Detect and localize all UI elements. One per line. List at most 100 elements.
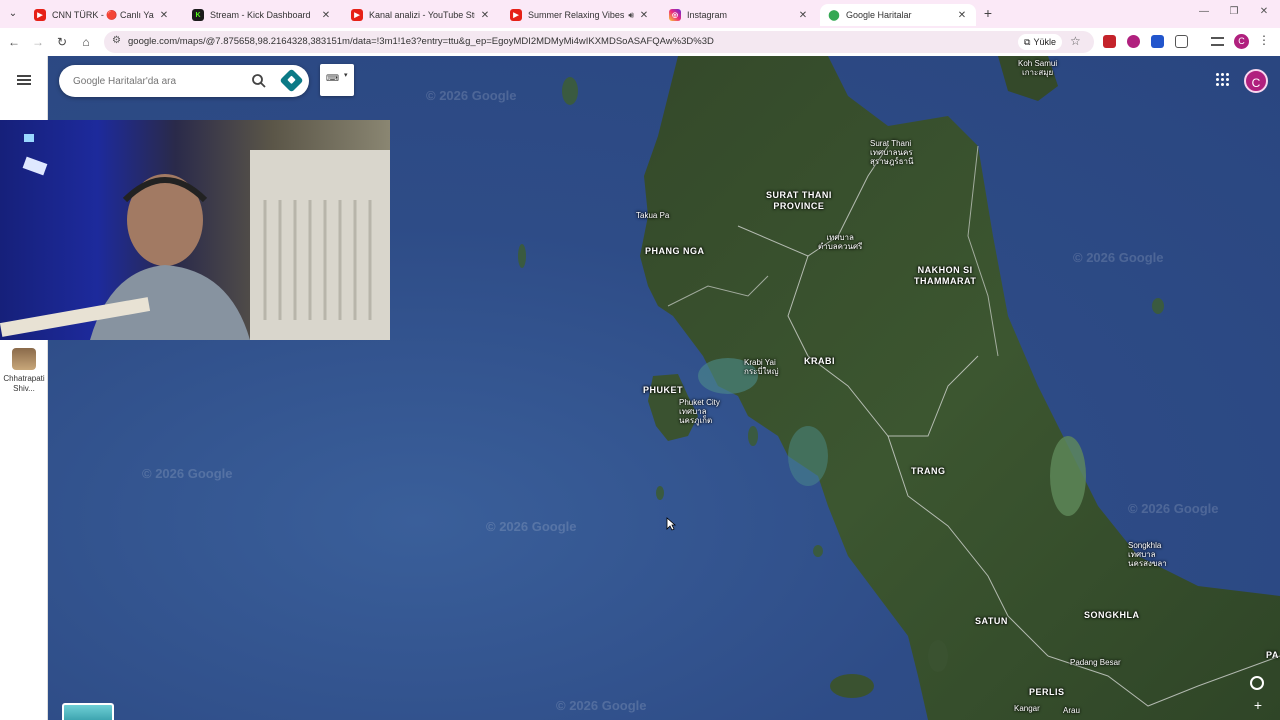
zoom-in-icon[interactable]: + [1249,696,1267,714]
tab-title: Kanal analizi - YouTube Studio [369,10,475,20]
label-surat-thani-province[interactable]: SURAT THANI PROVINCE [766,190,832,212]
tab-google-maps[interactable]: ⬤ Google Haritalar ✕ [820,4,976,26]
tab-youtube-studio[interactable]: ▶ Kanal analizi - YouTube Studio ✕ [343,4,499,26]
address-bar[interactable]: ⚙ google.com/maps/@7.875658,98.2164328,3… [104,31,1094,53]
maps-pin-icon: ⬤ [828,9,840,21]
extension-shield-icon[interactable] [1151,35,1164,48]
label-text: PROVINCE [773,201,825,211]
bookmark-star-icon[interactable]: ☆ [1070,34,1081,48]
google-account-avatar[interactable]: C [1244,69,1268,93]
google-apps-icon[interactable] [1216,73,1230,87]
speaker-icon[interactable]: 🔊︎ [628,10,634,21]
label-phang-nga[interactable]: PHANG NGA [645,246,705,257]
recent-place-thumbnail[interactable] [12,348,36,370]
layers-toggle[interactable] [62,703,114,720]
search-icon[interactable] [251,73,267,89]
browser-toolbar: ← → ↻ ⌂ ⚙ google.com/maps/@7.875658,98.2… [0,28,1280,56]
close-window-icon[interactable]: ✕ [1256,6,1272,17]
label-padang-besar[interactable]: Padang Besar [1070,658,1121,667]
webcam-overlay [0,120,390,340]
close-tab-icon[interactable]: ✕ [638,10,650,21]
youtube-icon: ▶ [351,9,363,21]
extension-red-icon[interactable] [1103,35,1116,48]
label-text-th: สุราษฎร์ธานี [870,157,914,166]
extensions-puzzle-icon[interactable] [1175,35,1188,48]
close-tab-icon[interactable]: ✕ [479,10,491,21]
map-watermark: © 2026 Google [556,698,647,713]
extension-pink-icon[interactable] [1127,35,1140,48]
browser-tabstrip: ⌄ ▶ CNN TÜRK - 🔴 Canlı Yayın ᴴᴰ ✕ K Stre… [0,0,1280,28]
kick-icon: K [192,9,204,21]
label-text: Koh Samui [1018,59,1058,68]
install-app-button[interactable]: ⧉ Yükle [1018,34,1062,50]
input-tools-button[interactable]: ⌨ ▾ [320,64,354,96]
profile-avatar[interactable]: C [1234,34,1249,49]
close-tab-icon[interactable]: ✕ [797,10,809,21]
recent-place-label[interactable]: Chhatrapati Shiv... [2,374,46,394]
close-tab-icon[interactable]: ✕ [158,10,170,21]
label-satun[interactable]: SATUN [975,616,1008,627]
install-icon: ⧉ [1024,36,1031,47]
label-surat-thani-city[interactable]: Surat Thani เทศบาลนคร สุราษฎร์ธานี [870,139,913,166]
label-text: Songkhla [1128,541,1162,550]
tab-title: CNN TÜRK - 🔴 Canlı Yayın ᴴᴰ [52,9,154,20]
label-thung-song[interactable]: เทศบาล ตำบลควนศรี [818,233,862,251]
tab-title: Summer Relaxing Vibes 4K [528,10,626,20]
label-perlis[interactable]: PERLIS [1029,687,1065,698]
restore-icon[interactable]: ❐ [1226,6,1242,17]
menu-hamburger-icon[interactable] [17,75,31,85]
label-koh-samui[interactable]: Koh Samui เกาะสมุย [1018,59,1057,77]
map-watermark: © 2026 Google [1128,501,1219,516]
label-text-th: เกาะสมุย [1021,68,1054,77]
label-nakhon-si-thammarat[interactable]: NAKHON SI THAMMARAT [914,265,976,287]
label-arau[interactable]: Arau [1063,706,1080,715]
label-krabi[interactable]: KRABI [804,356,835,367]
cursor-arrow-icon [666,517,676,531]
back-icon[interactable]: ← [6,34,22,50]
label-pattani[interactable]: PA [1266,650,1279,661]
map-watermark: © 2026 Google [426,88,517,103]
forward-icon[interactable]: → [30,34,46,50]
reload-icon[interactable]: ↻ [54,34,70,50]
tab-instagram[interactable]: ◎ Instagram ✕ [661,4,817,26]
youtube-icon: ▶ [34,9,46,21]
label-songkhla[interactable]: SONGKHLA [1084,610,1140,621]
label-krabi-city[interactable]: Krabi Yai กระบี่ใหญ่ [744,358,779,376]
home-icon[interactable]: ⌂ [78,34,94,50]
youtube-icon: ▶ [510,9,522,21]
tab-title: Google Haritalar [846,10,912,20]
maps-search-input[interactable] [73,73,243,89]
my-location-icon[interactable] [1250,676,1264,690]
browser-menu-icon[interactable]: ⋮ [1258,33,1270,47]
label-text-th: ตำบลควนศรี [818,242,863,251]
close-tab-icon[interactable]: ✕ [956,10,968,21]
minimize-icon[interactable]: — [1196,6,1212,17]
label-text-th: นครภูเก็ต [679,416,713,425]
directions-icon[interactable] [279,68,304,93]
install-label: Yükle [1033,37,1056,47]
url-text[interactable]: google.com/maps/@7.875658,98.2164328,383… [128,36,714,47]
tab-summer-vibes[interactable]: ▶ Summer Relaxing Vibes 4K 🔊︎ ✕ [502,4,658,26]
tab-kick-dashboard[interactable]: K Stream - Kick Dashboard ✕ [184,4,340,26]
label-songkhla-city[interactable]: Songkhla เทศบาล นครสงขลา [1128,541,1167,568]
new-tab-button[interactable]: + [980,5,996,21]
label-text-th: เทศบาลนคร [870,148,913,157]
maps-search-box [59,65,309,97]
label-kangar[interactable]: Kangar [1014,704,1040,713]
label-phuket-city[interactable]: Phuket City เทศบาล นครภูเก็ต [679,398,720,425]
label-text-th: เทศบาล [679,407,707,416]
label-trang[interactable]: TRANG [911,466,946,477]
label-phuket[interactable]: PHUKET [643,385,683,396]
label-text: Surat Thani [870,139,912,148]
label-takua-pa[interactable]: Takua Pa [636,211,669,220]
tab-cnn-turk[interactable]: ▶ CNN TÜRK - 🔴 Canlı Yayın ᴴᴰ ✕ [26,4,178,26]
media-controls-icon[interactable] [1211,37,1224,46]
label-text: NAKHON SI [917,265,973,275]
label-text-th: เทศบาล [1128,550,1156,559]
label-text: Phuket City [679,398,720,407]
tab-search-chevron-icon[interactable]: ⌄ [4,6,22,22]
keyboard-icon: ⌨ [326,73,339,83]
close-tab-icon[interactable]: ✕ [320,10,332,21]
label-text: THAMMARAT [914,276,977,286]
site-info-icon[interactable]: ⚙ [112,35,121,46]
